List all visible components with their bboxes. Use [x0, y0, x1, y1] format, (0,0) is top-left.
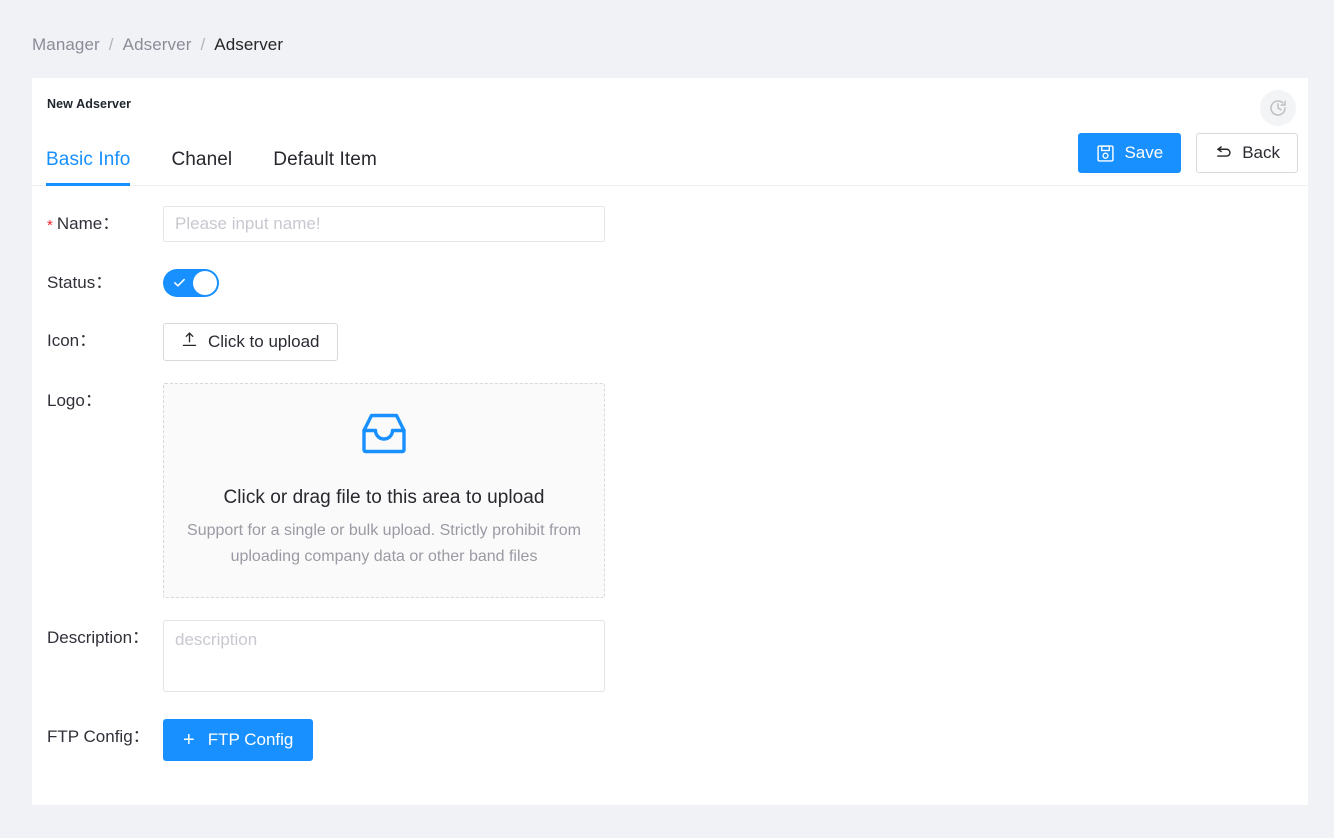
form-row-status: Status： [32, 265, 1308, 301]
adserver-card: New Adserver Basic Info Chanel Default I… [32, 78, 1308, 805]
plus-icon: + [183, 729, 195, 751]
name-label: * Name： [32, 206, 163, 243]
dropzone-title: Click or drag file to this area to uploa… [223, 487, 545, 508]
tab-basic-info[interactable]: Basic Info [46, 149, 131, 186]
ftp-config-label: FTP Config： [47, 727, 150, 746]
breadcrumb-separator: / [200, 35, 206, 54]
breadcrumb-item-manager[interactable]: Manager [32, 35, 100, 55]
status-toggle[interactable] [163, 269, 219, 297]
form-row-logo: Logo： Click or drag file to this area to… [32, 383, 1308, 598]
description-label: Description： [47, 628, 150, 647]
dropzone-hint: Support for a single or bulk upload. Str… [187, 522, 581, 565]
clock-history-icon [1268, 98, 1288, 118]
page-title: New Adserver [47, 97, 132, 111]
add-ftp-config-button[interactable]: + FTP Config [163, 719, 314, 761]
logo-field-wrap: Click or drag file to this area to uploa… [163, 383, 605, 598]
back-button[interactable]: Back [1196, 133, 1298, 173]
status-label: Status： [47, 273, 113, 292]
required-marker: * [47, 217, 53, 234]
card-header: New Adserver [32, 78, 1308, 128]
back-button-label: Back [1242, 143, 1280, 162]
header-actions: Save Back [1078, 133, 1298, 173]
basic-info-form: *Name： Status： Icon： [32, 186, 1308, 761]
save-button-label: Save [1124, 143, 1164, 162]
description-field-wrap [163, 620, 605, 697]
check-icon [173, 276, 186, 289]
ftp-field-wrap: + FTP Config [163, 719, 314, 761]
form-row-ftp-config: FTP Config： + FTP Config [32, 719, 1308, 761]
name-field-wrap [163, 206, 605, 242]
form-row-description: Description： [32, 620, 1308, 697]
icon-label: Icon： [47, 331, 97, 350]
name-input[interactable] [163, 206, 605, 242]
breadcrumb-item-current: Adserver [214, 35, 284, 54]
breadcrumb-separator: / [108, 35, 114, 54]
toggle-knob [193, 271, 217, 295]
save-button[interactable]: Save [1078, 133, 1182, 173]
breadcrumb-item-adserver[interactable]: Adserver [123, 35, 192, 55]
logo-label: Logo： [47, 391, 102, 410]
add-ftp-config-label: FTP Config [207, 730, 294, 749]
tab-list: Basic Info Chanel Default Item [46, 149, 418, 186]
logo-dropzone[interactable]: Click or drag file to this area to uploa… [163, 383, 605, 598]
history-button[interactable] [1260, 90, 1296, 126]
icon-field-wrap: Click to upload [163, 323, 338, 361]
click-to-upload-button[interactable]: Click to upload [163, 323, 338, 361]
name-label-text: Name： [56, 214, 120, 233]
rollback-icon [1214, 144, 1233, 163]
breadcrumb: Manager / Adserver / Adserver [32, 32, 283, 58]
tab-default-item[interactable]: Default Item [273, 149, 377, 185]
form-row-icon: Icon： Click to upload [32, 323, 1308, 361]
tab-chanel[interactable]: Chanel [171, 149, 232, 185]
save-floppy-icon [1096, 144, 1115, 163]
description-textarea[interactable] [163, 620, 605, 692]
tabs-bar: Basic Info Chanel Default Item Save Back [32, 128, 1308, 186]
inbox-icon [359, 411, 409, 461]
click-to-upload-label: Click to upload [208, 332, 320, 351]
form-row-name: * Name： [32, 206, 1308, 243]
upload-icon [181, 331, 198, 353]
status-field-wrap [163, 265, 219, 297]
